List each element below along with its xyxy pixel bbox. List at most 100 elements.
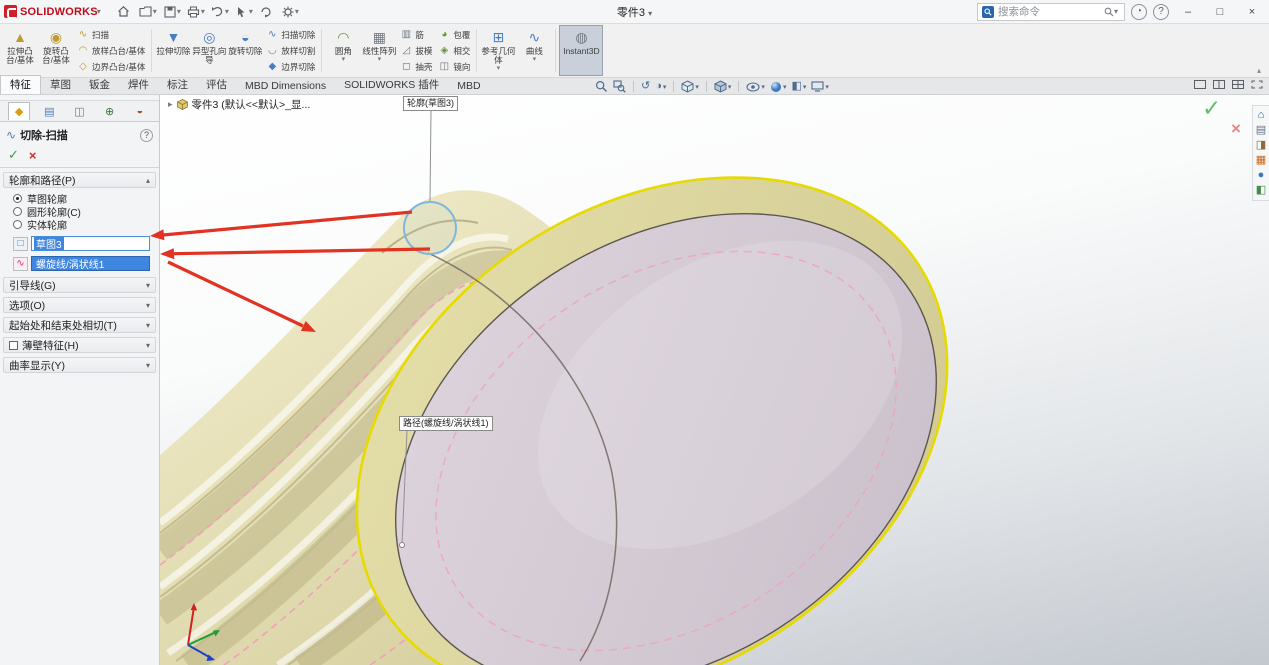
hide-show-items-icon[interactable]: ▾ — [746, 82, 765, 92]
revolve-boss-button[interactable]: ◉ 旋转凸台/基体 — [38, 25, 74, 76]
shell-button[interactable]: ◻抽壳 — [397, 59, 435, 74]
file-explorer-icon[interactable]: ◨ — [1256, 140, 1266, 151]
radio-sketch-profile[interactable] — [13, 194, 22, 203]
four-view-icon[interactable] — [1232, 80, 1244, 89]
reference-geometry-caret-icon[interactable]: ▾ — [497, 66, 501, 72]
view-settings-icon[interactable]: ▾ — [811, 81, 829, 92]
options-header[interactable]: 选项(O) ▾ — [3, 297, 156, 313]
extrude-boss-button[interactable]: ▲ 拉伸凸台/基体 — [2, 25, 38, 76]
solid-profile-option[interactable]: 实体轮廓 — [13, 218, 152, 231]
mirror-button[interactable]: ◫镜向 — [435, 59, 473, 74]
curvature-display-header[interactable]: 曲率显示(Y) ▾ — [3, 357, 156, 373]
tab-evaluate[interactable]: 评估 — [197, 76, 236, 94]
revolve-cut-button[interactable]: ◒ 旋转切除 — [227, 25, 263, 76]
instant3d-button[interactable]: ◍ Instant3D — [559, 25, 603, 76]
pm-cancel-button[interactable]: × — [29, 148, 37, 163]
ribbon-collapse-icon[interactable]: ▴ — [1257, 66, 1261, 75]
user-account-icon[interactable]: ◔ — [1131, 4, 1147, 20]
dimxpertmanager-tab[interactable]: ⊕ — [99, 102, 121, 120]
command-search[interactable]: 搜索命令 ▾ — [977, 3, 1125, 21]
brand-caret-icon[interactable]: ▾ — [97, 7, 101, 16]
propertymanager-tab[interactable]: ◆ — [8, 102, 30, 120]
tab-mbd[interactable]: MBD — [448, 79, 489, 94]
two-view-icon[interactable] — [1213, 80, 1225, 89]
tab-weldments[interactable]: 焊件 — [119, 76, 158, 94]
scene-caret-icon[interactable]: ▾ — [803, 83, 807, 91]
custom-properties-icon[interactable]: ◧ — [1256, 185, 1266, 196]
fillet-caret-icon[interactable]: ▾ — [342, 57, 346, 63]
appearances-icon[interactable]: ● — [1258, 170, 1265, 181]
part-3d-model[interactable] — [160, 95, 1269, 665]
displaymanager-tab[interactable]: ◒ — [129, 102, 151, 120]
intersect-button[interactable]: ◈相交 — [435, 43, 473, 58]
display-style-icon[interactable]: ▾ — [714, 80, 732, 93]
radio-solid-profile[interactable] — [13, 220, 22, 229]
window-maximize-button[interactable]: □ — [1207, 2, 1233, 22]
undo-caret-icon[interactable]: ▾ — [225, 7, 229, 16]
sweep-boss-button[interactable]: ∿扫描 — [74, 27, 148, 42]
expand-chevron-icon[interactable]: ▾ — [146, 301, 150, 310]
configurationmanager-tab[interactable]: ◫ — [68, 102, 90, 120]
single-view-icon[interactable] — [1194, 80, 1206, 89]
expand-chevron-icon[interactable]: ▾ — [146, 341, 150, 350]
rebuild-icon[interactable] — [255, 3, 277, 21]
expand-chevron-icon[interactable]: ▾ — [146, 321, 150, 330]
thin-feature-header[interactable]: 薄壁特征(H) ▾ — [3, 337, 156, 353]
profile-selection-field[interactable]: 草图3 — [31, 236, 150, 251]
breadcrumb-arrow-icon[interactable]: ▸ — [168, 99, 173, 110]
window-minimize-button[interactable]: – — [1175, 2, 1201, 22]
apply-scene-icon[interactable]: ◧▾ — [791, 81, 806, 92]
featuremanager-tree-tab[interactable]: ▤ — [38, 102, 60, 120]
print-caret-icon[interactable]: ▾ — [201, 7, 205, 16]
boundary-boss-button[interactable]: ◇边界凸台/基体 — [74, 59, 148, 74]
linear-pattern-button[interactable]: ▦ 线性阵列 ▾ — [361, 25, 397, 76]
window-close-button[interactable]: × — [1239, 2, 1265, 22]
profile-sketch-circle[interactable] — [404, 202, 456, 254]
profile-path-header[interactable]: 轮廓和路径(P) ▴ — [3, 172, 156, 188]
previous-view-icon[interactable]: ↺ — [641, 81, 650, 92]
display-style-caret-icon[interactable]: ▾ — [728, 83, 732, 91]
view-palette-icon[interactable]: ▦ — [1256, 155, 1266, 166]
reference-geometry-button[interactable]: ⊞ 参考几何体 ▾ — [480, 25, 516, 76]
fullscreen-icon[interactable] — [1251, 80, 1263, 89]
home-tab-icon[interactable]: ⌂ — [1258, 110, 1265, 121]
help-icon[interactable]: ? — [1153, 4, 1169, 20]
section-view-icon[interactable]: ◑▾ — [655, 81, 666, 92]
home-icon[interactable] — [113, 3, 135, 21]
search-icon[interactable] — [1104, 7, 1114, 17]
hole-wizard-button[interactable]: ◎ 异型孔向导 — [191, 25, 227, 76]
curves-button[interactable]: ∿ 曲线 ▾ — [516, 25, 552, 76]
view-orientation-icon[interactable]: ▾ — [681, 80, 699, 93]
curves-caret-icon[interactable]: ▾ — [533, 57, 537, 63]
expand-chevron-icon[interactable]: ▾ — [146, 281, 150, 290]
search-placeholder[interactable]: 搜索命令 — [998, 4, 1100, 19]
collapse-chevron-icon[interactable]: ▴ — [146, 176, 150, 185]
confirm-ok-button[interactable]: ✓ — [1202, 95, 1221, 122]
guide-curves-header[interactable]: 引导线(G) ▾ — [3, 277, 156, 293]
linear-pattern-caret-icon[interactable]: ▾ — [378, 57, 382, 63]
confirm-cancel-button[interactable]: × — [1231, 119, 1241, 139]
open-caret-icon[interactable]: ▾ — [153, 7, 157, 16]
expand-chevron-icon[interactable]: ▾ — [146, 361, 150, 370]
view-orientation-caret-icon[interactable]: ▾ — [695, 83, 699, 91]
zoom-fit-icon[interactable] — [595, 80, 608, 93]
sweep-cut-button[interactable]: ∿扫描切除 — [263, 27, 318, 42]
draft-button[interactable]: ◿拔模 — [397, 43, 435, 58]
fillet-button[interactable]: ◠ 圆角 ▾ — [325, 25, 361, 76]
wrap-button[interactable]: ◕包覆 — [435, 27, 473, 42]
path-selection-field[interactable]: 螺旋线/涡状线1 — [31, 256, 150, 271]
loft-cut-button[interactable]: ◡放样切割 — [263, 43, 318, 58]
pm-help-icon[interactable]: ? — [140, 129, 153, 142]
graphics-area[interactable]: ▸ 零件3 (默认<<默认>_显... 轮廓(草图3) 路径(螺旋线/涡状线1)… — [160, 95, 1269, 665]
breadcrumb[interactable]: ▸ 零件3 (默认<<默认>_显... — [168, 97, 310, 112]
tab-sheet-metal[interactable]: 钣金 — [80, 76, 119, 94]
section-caret-icon[interactable]: ▾ — [663, 83, 667, 91]
tangency-header[interactable]: 起始处和结束处相切(T) ▾ — [3, 317, 156, 333]
tab-markup[interactable]: 标注 — [158, 76, 197, 94]
boundary-cut-button[interactable]: ◆边界切除 — [263, 59, 318, 74]
thin-feature-checkbox[interactable] — [9, 341, 18, 350]
radio-circular-profile[interactable] — [13, 207, 22, 216]
tab-sketch[interactable]: 草图 — [41, 76, 80, 94]
extrude-cut-button[interactable]: ▼ 拉伸切除 — [155, 25, 191, 76]
tab-mbd-dimensions[interactable]: MBD Dimensions — [236, 79, 335, 94]
